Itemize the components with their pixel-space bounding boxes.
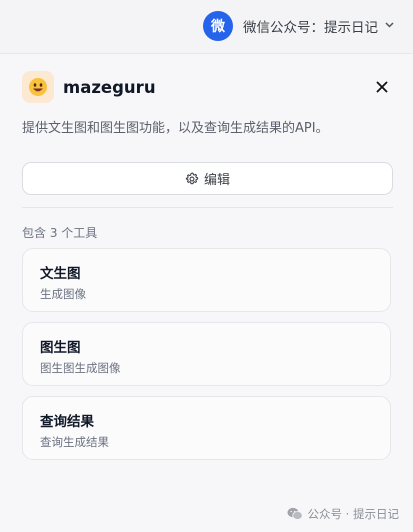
- edit-button[interactable]: 编辑: [22, 162, 393, 195]
- tool-name: mazeguru: [63, 77, 156, 97]
- tool-header: mazeguru: [22, 70, 393, 104]
- watermark-text: 公众号 · 提示日记: [307, 507, 399, 521]
- tool-description: 提供文生图和图生图功能，以及查询生成结果的API。: [22, 121, 329, 136]
- account-name[interactable]: 微信公众号：提示日记: [243, 16, 378, 36]
- top-bar: 微 微信公众号：提示日记: [0, 0, 413, 54]
- tool-card-title: 查询结果: [40, 414, 94, 430]
- tool-card-query-result[interactable]: 查询结果 查询生成结果: [22, 396, 391, 460]
- close-icon[interactable]: [371, 76, 393, 98]
- tool-card-title: 文生图: [40, 266, 81, 282]
- tool-card-text-to-image[interactable]: 文生图 生成图像: [22, 248, 391, 312]
- watermark: 公众号 · 提示日记: [287, 506, 399, 522]
- tool-card-subtitle: 图生图生成图像: [40, 361, 121, 375]
- wechat-icon: [287, 507, 303, 521]
- account-menu[interactable]: 微 微信公众号：提示日记: [203, 11, 395, 41]
- grinning-face-icon: [22, 71, 54, 103]
- chevron-down-icon[interactable]: [384, 19, 395, 33]
- tool-card-subtitle: 查询生成结果: [40, 435, 109, 449]
- tool-detail-panel: mazeguru 提供文生图和图生图功能，以及查询生成结果的API。 编辑 包含…: [0, 54, 413, 532]
- tool-count: 包含 3 个工具: [22, 226, 98, 240]
- account-avatar[interactable]: 微: [203, 11, 233, 41]
- tool-card-subtitle: 生成图像: [40, 287, 86, 301]
- edit-button-label: 编辑: [203, 173, 230, 188]
- tool-card-title: 图生图: [40, 340, 81, 356]
- gear-icon: [185, 172, 199, 186]
- divider: [22, 207, 393, 208]
- tool-card-image-to-image[interactable]: 图生图 图生图生成图像: [22, 322, 391, 386]
